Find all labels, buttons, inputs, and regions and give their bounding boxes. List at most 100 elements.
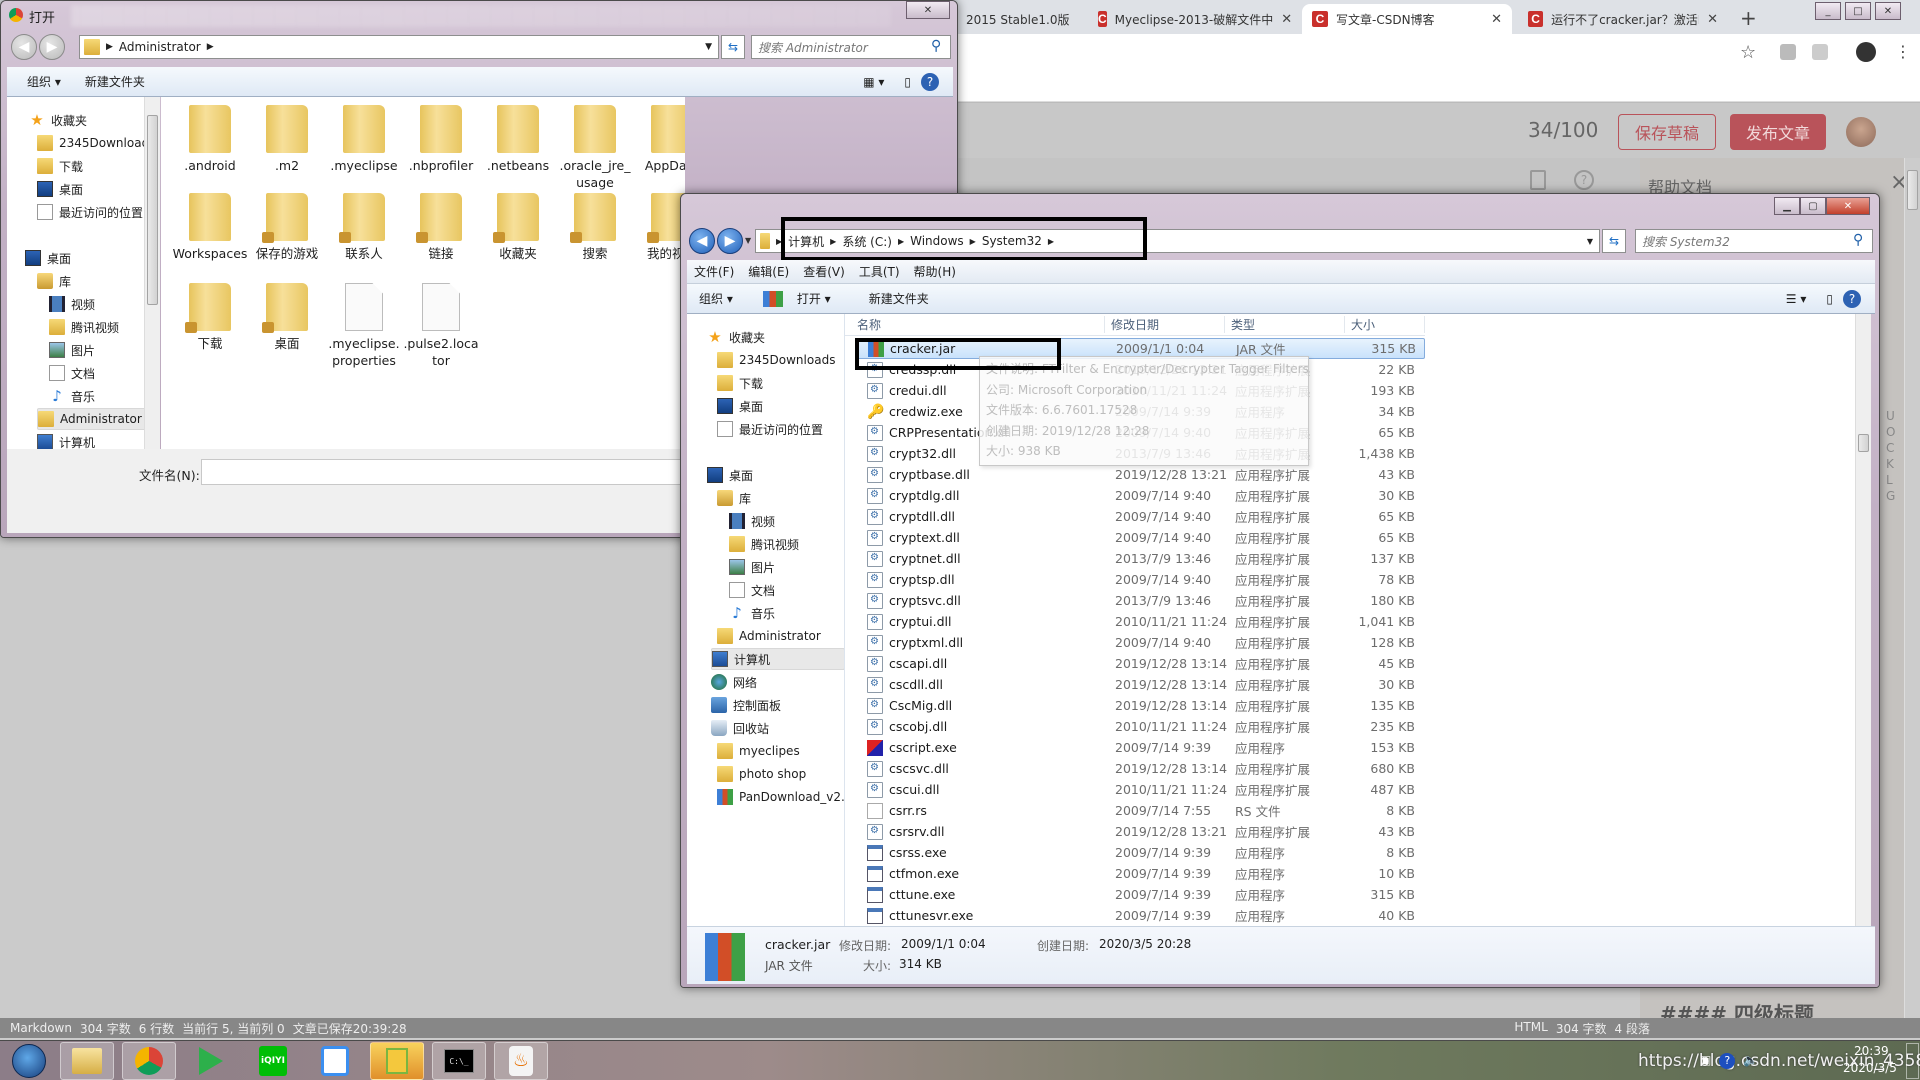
grid-item[interactable]: 保存的游戏 [248,193,326,262]
file-row[interactable]: ctfmon.exe 2009/7/14 9:39 应用程序 10 KB [855,863,1425,884]
file-row[interactable]: csrss.exe 2009/7/14 9:39 应用程序 8 KB [855,842,1425,863]
close-button[interactable]: ✕ [906,1,950,19]
organize-button[interactable]: 组织 ▾ [687,290,743,307]
file-row[interactable]: cscapi.dll 2019/12/28 13:14 应用程序扩展 45 KB [855,653,1425,674]
nav-item[interactable]: Administrator [717,625,844,647]
minimize-button[interactable]: ▁ [1774,197,1800,215]
grid-item[interactable]: .myeclipse [325,105,403,174]
browser-tab[interactable]: C 运行不了cracker.jar？激活M ✕ [1518,4,1728,34]
grid-item[interactable]: .android [171,105,249,174]
start-button[interactable] [2,1042,56,1080]
menu-help[interactable]: 帮助(H) [907,263,963,280]
taskbar-iqiyi[interactable]: iQIYI [246,1042,300,1080]
new-tab-button[interactable]: + [1740,6,1757,30]
new-folder-button[interactable]: 新建文件夹 [71,73,155,90]
tray-help-icon[interactable]: ? [1719,1053,1736,1069]
publish-button[interactable]: 发布文章 [1730,114,1826,150]
preview-pane-icon[interactable]: ▯ [1816,292,1843,306]
grid-item[interactable]: .myeclipse.properties [325,283,403,369]
back-button[interactable]: ◀ [689,228,715,254]
show-desktop-button[interactable] [1906,1043,1919,1079]
taskbar-cmd[interactable]: C:\_ [432,1042,486,1080]
file-row[interactable]: cryptdll.dll 2009/7/14 9:40 应用程序扩展 65 KB [855,506,1425,527]
nav-item[interactable]: myeclipes [717,740,844,762]
file-row[interactable]: cryptsvc.dll 2013/7/9 13:46 应用程序扩展 180 KB [855,590,1425,611]
nav-item[interactable]: 计算机 [37,431,159,449]
taskbar-chrome[interactable] [122,1042,176,1080]
file-row[interactable]: cscobj.dll 2010/11/21 11:24 应用程序扩展 235 KB [855,716,1425,737]
nav-item[interactable]: PanDownload_v2.2 [717,786,844,808]
toc-icon[interactable] [1530,170,1546,190]
nav-item[interactable]: 计算机 [711,648,844,670]
nav-item[interactable]: 库 [717,487,844,509]
help-icon[interactable]: ? [1574,170,1594,190]
taskbar-baidu-netdisk[interactable] [308,1042,362,1080]
preview-pane-icon[interactable]: ▯ [894,75,921,89]
address-bar[interactable]: ▶ Administrator ▶ ▼ [79,35,719,59]
file-row[interactable]: cryptui.dll 2010/11/21 11:24 应用程序扩展 1,041 K… [855,611,1425,632]
file-row[interactable]: csrr.rs 2009/7/14 7:55 RS 文件 8 KB [855,800,1425,821]
file-row[interactable]: cscui.dll 2010/11/21 11:24 应用程序扩展 487 KB [855,779,1425,800]
nav-item[interactable]: 图片 [729,556,844,578]
menu-icon[interactable]: ⋮ [1895,42,1911,61]
search-icon[interactable]: ⚲ [931,38,941,54]
file-row[interactable]: CscMig.dll 2019/12/28 13:14 应用程序扩展 135 KB [855,695,1425,716]
view-options-icon[interactable]: ▦ ▾ [853,75,894,89]
nav-item[interactable]: 下载 [37,155,159,177]
nav-item[interactable]: photo shop [717,763,844,785]
nav-item[interactable]: 桌面 [707,464,844,486]
grid-item[interactable]: 联系人 [325,193,403,262]
nav-item[interactable]: 最近访问的位置 [37,201,159,223]
scrollbar-thumb[interactable] [1907,170,1918,210]
file-row[interactable]: cscdll.dll 2019/12/28 13:14 应用程序扩展 30 KB [855,674,1425,695]
breadcrumb-arrow-icon[interactable]: ▶ [207,42,214,52]
grid-item[interactable]: 我的视频 [633,193,685,262]
nav-item[interactable]: 2345Downloads [717,349,844,371]
close-icon[interactable]: ✕ [1491,12,1502,27]
nav-scrollbar[interactable] [144,97,160,449]
file-row[interactable]: csrsrv.dll 2019/12/28 13:21 应用程序扩展 43 KB [855,821,1425,842]
nav-item[interactable]: 图片 [49,339,159,361]
extension-icon[interactable] [1812,44,1828,60]
grid-item[interactable]: 收藏夹 [479,193,557,262]
forward-button[interactable]: ▶ [39,34,65,60]
nav-item[interactable]: 库 [37,270,159,292]
grid-item[interactable]: 下载 [171,283,249,352]
grid-item[interactable]: .netbeans [479,105,557,174]
grid-item[interactable]: Workspaces [171,193,249,262]
nav-item[interactable]: Administrator [37,408,159,430]
nav-item[interactable]: 桌面 [37,178,159,200]
nav-item[interactable]: 网络 [711,671,844,693]
browser-tab-active[interactable]: C 写文章-CSDN博客 ✕ [1302,4,1512,34]
column-name[interactable]: 名称 [845,316,1105,333]
nav-item[interactable]: 2345Downloads [37,132,159,154]
column-date[interactable]: 修改日期 [1105,316,1225,333]
maximize-button[interactable]: ▢ [1800,197,1826,215]
scrollbar-thumb[interactable] [147,115,158,305]
nav-item[interactable]: ♪ 音乐 [729,602,844,624]
grid-item[interactable]: .pulse2.locator [402,283,480,369]
nav-item[interactable]: 文档 [49,362,159,384]
grid-item[interactable]: .m2 [248,105,326,174]
menu-file[interactable]: 文件(F) [687,263,741,280]
nav-item[interactable]: 视频 [49,293,159,315]
grid-item[interactable]: 桌面 [248,283,326,352]
nav-item[interactable]: 回收站 [711,717,844,739]
file-row[interactable]: cryptsp.dll 2009/7/14 9:40 应用程序扩展 78 KB [855,569,1425,590]
nav-item[interactable]: ★ 收藏夹 [707,326,844,348]
organize-button[interactable]: 组织 ▾ [7,73,71,90]
dropdown-arrow-icon[interactable]: ▼ [1587,237,1593,246]
taskbar-java[interactable]: ♨ [494,1042,548,1080]
nav-item[interactable]: 桌面 [25,247,159,269]
view-options-icon[interactable]: ☰ ▾ [1776,292,1817,306]
nav-item[interactable]: 桌面 [717,395,844,417]
user-avatar[interactable] [1846,117,1876,147]
grid-item[interactable]: 链接 [402,193,480,262]
menu-view[interactable]: 查看(V) [796,263,852,280]
nav-item[interactable]: 控制面板 [711,694,844,716]
nav-item[interactable]: 最近访问的位置 [717,418,844,440]
file-row[interactable]: cttunesvr.exe 2009/7/14 9:39 应用程序 40 KB [855,905,1425,926]
recent-pages-dropdown-icon[interactable]: ▼ [745,236,751,245]
column-type[interactable]: 类型 [1225,316,1345,333]
file-row[interactable]: cryptbase.dll 2019/12/28 13:21 应用程序扩展 43 KB [855,464,1425,485]
